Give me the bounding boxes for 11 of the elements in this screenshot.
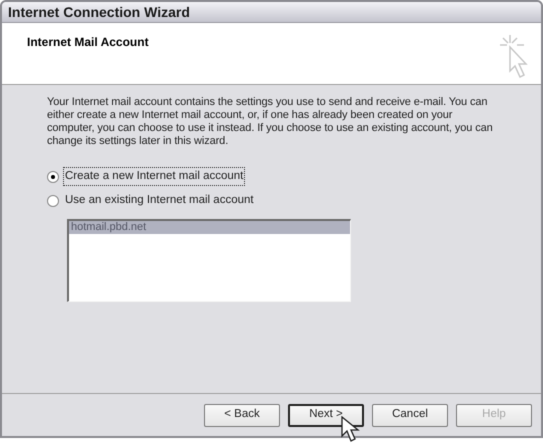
wizard-button[interactable]: < Back xyxy=(204,404,280,426)
wizard-button[interactable]: Cancel xyxy=(372,404,448,426)
radio-button[interactable] xyxy=(47,194,59,207)
mouse-pointer-icon xyxy=(341,416,361,444)
window-title: Internet Connection Wizard xyxy=(8,2,190,22)
page-title: Internet Mail Account xyxy=(27,34,149,51)
wizard-button[interactable]: Next > xyxy=(288,404,364,426)
radio-button[interactable] xyxy=(47,170,59,183)
description-text: Your Internet mail account contains the settings you use to send and receive e-mail. You can either create a new Internet mail account, or, if one has already been created on your computer, you can choose to use it instead. If you choose to use an existing account, you can change its settings later in this wizard. xyxy=(47,96,494,148)
option-label[interactable]: Use an existing Internet mail account xyxy=(64,192,255,210)
option-label[interactable]: Create a new Internet mail account xyxy=(64,168,244,186)
